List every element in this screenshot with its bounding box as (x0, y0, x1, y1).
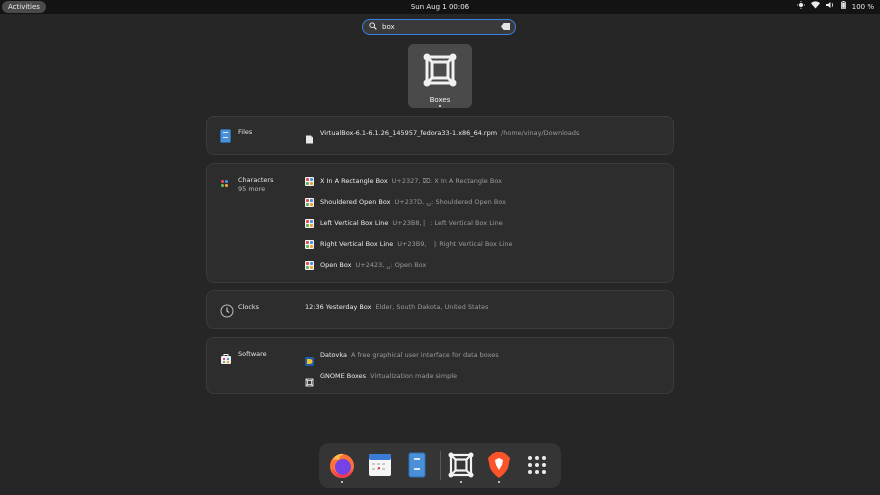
search-provider-characters: Characters 95 more X In A Rectangle Box … (206, 163, 674, 283)
result-row[interactable]: VirtualBox-6.1-6.1.26_145957_fedora33-1.… (305, 127, 580, 143)
result-description: A free graphical user interface for data… (351, 351, 499, 359)
dash (319, 443, 561, 488)
provider-name[interactable]: Clocks (238, 303, 259, 311)
result-description: U+237D, ⍽: Shouldered Open Box (394, 198, 506, 206)
result-title: GNOME Boxes (320, 372, 367, 380)
files-icon[interactable] (402, 450, 432, 480)
battery-icon[interactable] (840, 0, 846, 14)
result-row[interactable]: Shouldered Open Box U+237D, ⍽: Shouldere… (305, 196, 506, 208)
result-row[interactable]: Right Vertical Box Line U+23B9, ⎹: Right… (305, 238, 513, 250)
result-description: U+2327, ⌧: X In A Rectangle Box (391, 177, 502, 185)
result-description: Elder, South Dakota, United States (375, 303, 489, 311)
result-title: Shouldered Open Box (320, 198, 391, 206)
wifi-icon[interactable] (810, 0, 820, 14)
result-row[interactable]: GNOME Boxes Virtualization made simple (305, 370, 457, 386)
running-indicator (341, 481, 343, 483)
search-box[interactable] (362, 19, 516, 35)
datovka-icon (305, 351, 314, 366)
calendar-icon[interactable] (365, 450, 395, 480)
boxes-icon[interactable] (446, 450, 476, 480)
character-icon (305, 197, 314, 207)
result-row[interactable]: Open Box U+2423, ␣: Open Box (305, 259, 426, 271)
result-row[interactable]: Left Vertical Box Line U+23B8, ⎸: Left V… (305, 217, 503, 229)
clear-search-icon[interactable] (501, 23, 510, 30)
result-title: X In A Rectangle Box (320, 177, 388, 185)
result-title: VirtualBox-6.1-6.1.26_145957_fedora33-1.… (320, 129, 498, 137)
app-result-label: Boxes (429, 96, 451, 104)
system-tray[interactable]: 100 % (796, 0, 874, 14)
files-icon[interactable] (220, 128, 231, 147)
result-title: Datovka (320, 351, 347, 359)
search-provider-software: Software Datovka A free graphical user i… (206, 337, 674, 394)
character-icon (305, 218, 314, 228)
result-description: U+2423, ␣: Open Box (355, 261, 427, 269)
provider-name[interactable]: Characters (238, 176, 273, 184)
boxes-icon (423, 53, 457, 87)
result-description: U+23B9, ⎹: Right Vertical Box Line (397, 239, 513, 248)
show-apps-icon[interactable] (522, 450, 552, 480)
clock-label[interactable]: Sun Aug 1 00:06 (0, 0, 880, 14)
result-title: Left Vertical Box Line (320, 219, 389, 227)
file-icon (305, 129, 314, 143)
boxes-icon (305, 372, 314, 386)
provider-name[interactable]: Software (238, 350, 267, 358)
result-row[interactable]: 12:36 Yesterday Box Elder, South Dakota,… (305, 301, 489, 313)
top-bar: Activities Sun Aug 1 00:06 100 % (0, 0, 880, 14)
volume-icon[interactable] (825, 0, 835, 14)
firefox-icon[interactable] (327, 450, 357, 480)
search-provider-clocks: Clocks 12:36 Yesterday Box Elder, South … (206, 290, 674, 329)
search-input[interactable] (382, 21, 492, 33)
search-provider-files: Files VirtualBox-6.1-6.1.26_145957_fedor… (206, 116, 674, 155)
running-indicator (498, 481, 500, 483)
running-indicator (439, 105, 441, 107)
provider-more-count[interactable]: 95 more (238, 185, 265, 193)
brave-icon[interactable] (484, 450, 514, 480)
provider-name[interactable]: Files (238, 128, 252, 136)
result-title: 12:36 Yesterday Box (305, 303, 372, 311)
result-row[interactable]: Datovka A free graphical user interface … (305, 349, 499, 366)
character-icon (305, 176, 314, 186)
search-icon (369, 22, 377, 32)
app-result-boxes[interactable]: Boxes (408, 44, 472, 108)
result-description: Virtualization made simple (370, 372, 457, 380)
result-row[interactable]: X In A Rectangle Box U+2327, ⌧: X In A R… (305, 175, 502, 187)
result-title: Open Box (320, 261, 352, 269)
battery-percentage[interactable]: 100 % (852, 0, 874, 14)
result-description: /home/vinay/Downloads (501, 129, 580, 137)
clock-icon[interactable] (220, 303, 234, 322)
character-icon (305, 239, 314, 249)
software-icon[interactable] (220, 350, 232, 369)
running-indicator (460, 481, 462, 483)
character-icon (305, 260, 314, 270)
result-description: U+23B8, ⎸: Left Vertical Box Line (392, 218, 503, 227)
dash-separator (440, 451, 441, 480)
result-title: Right Vertical Box Line (320, 240, 394, 248)
night-light-icon[interactable] (796, 0, 805, 14)
